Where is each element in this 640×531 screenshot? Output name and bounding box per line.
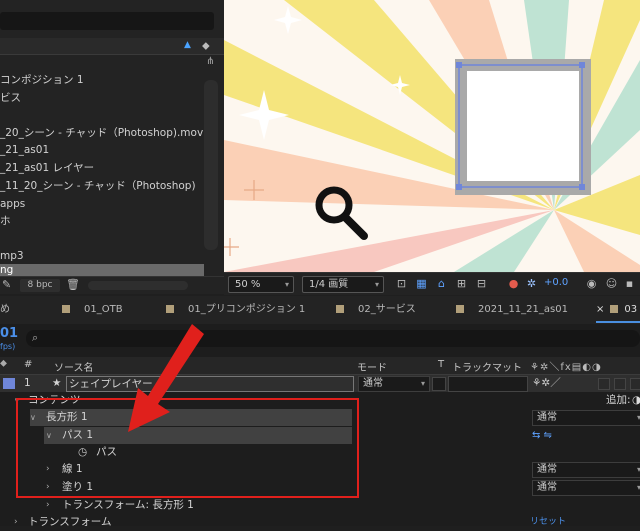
tab-active[interactable]: × 03 <box>596 296 637 324</box>
star-icon: ★ <box>52 377 62 389</box>
project-item[interactable]: ホ <box>0 213 204 230</box>
path-operations-icons[interactable]: ⇆ ⇋ <box>532 427 552 444</box>
close-icon[interactable]: × <box>596 304 604 315</box>
project-item[interactable]: _21_as01 レイヤー <box>0 160 204 177</box>
project-item[interactable]: _21_as01 <box>0 142 204 159</box>
project-scrollbar[interactable] <box>204 80 218 250</box>
project-item[interactable] <box>0 108 204 125</box>
col-t: T <box>438 359 445 370</box>
trash-icon[interactable]: 🗑 <box>66 278 80 291</box>
layer-name-field[interactable]: シェイプレイヤー <box>66 376 354 392</box>
chevron-right-icon[interactable]: › <box>46 497 50 514</box>
bit-depth-button[interactable]: 8 bpc <box>20 279 60 292</box>
trackmatte-select[interactable] <box>448 376 528 392</box>
mask-visibility-icon[interactable]: ⌂ <box>434 276 449 291</box>
label-tag-icon: ⬥ <box>0 358 7 369</box>
hierarchy-icon[interactable]: ⋔ <box>206 56 214 67</box>
tab-partial[interactable]: め <box>0 296 10 324</box>
tab-01-otb[interactable]: 01_OTB <box>62 296 123 324</box>
layer-label-color[interactable] <box>3 378 15 389</box>
switch-box[interactable] <box>598 378 610 390</box>
project-item[interactable]: ビス <box>0 90 204 107</box>
transform-rectangle-row[interactable]: › トランスフォーム: 長方形 1 <box>0 497 640 514</box>
transform-row[interactable]: › トランスフォーム リセット <box>0 514 640 531</box>
tab-service[interactable]: 02_サービス <box>336 296 416 324</box>
project-panel: ▲ ⬥ ⋔ コンポジション 1 ビス _20_シーン - チャッド（Photos… <box>0 0 224 294</box>
switch-box[interactable] <box>614 378 626 390</box>
zoom-select[interactable]: 50 % ▾ <box>228 276 294 293</box>
color-channel-icon[interactable]: ● <box>506 276 521 291</box>
rectangle-mode-select[interactable]: 通常 ▾ <box>532 410 640 426</box>
sort-up-icon[interactable]: ▲ <box>184 40 191 50</box>
shape-layer-rectangle <box>455 59 591 195</box>
frame-rate: fps) <box>0 342 16 351</box>
search-icon: ⌕ <box>32 331 39 344</box>
tab-color-swatch <box>336 305 344 313</box>
project-item[interactable]: apps <box>0 196 204 213</box>
project-item[interactable]: コンポジション 1 <box>0 72 204 89</box>
layer-row[interactable]: 1 ★ シェイプレイヤー 通常 ▾ ⚘✲／ <box>0 375 640 392</box>
tab-color-swatch <box>166 305 174 313</box>
tab-color-swatch <box>62 305 70 313</box>
panel-menu-icon[interactable]: ▪ <box>622 276 637 291</box>
col-trackmatte[interactable]: トラックマット <box>452 359 522 374</box>
fast-preview-icon[interactable]: ⊡ <box>394 276 409 291</box>
project-search-input[interactable] <box>0 12 214 30</box>
flowchart-icon[interactable]: ✎ <box>2 278 11 291</box>
switches-header-icons: ⚘✲＼fx▤◐◑ <box>530 362 602 373</box>
timeline-search-input[interactable]: ⌕ <box>26 330 640 347</box>
transform-rectangle-label: トランスフォーム: 長方形 1 <box>62 499 194 511</box>
region-of-interest-icon[interactable]: ⊞ <box>454 276 469 291</box>
active-tab-indicator <box>596 321 640 323</box>
composition-viewer[interactable] <box>224 0 640 272</box>
col-source-name[interactable]: ソース名 <box>54 359 94 374</box>
tab-2021-as01[interactable]: 2021_11_21_as01 <box>456 296 568 324</box>
reset-link[interactable]: リセット <box>530 514 566 531</box>
resolution-select[interactable]: 1/4 画質 ▾ <box>302 276 384 293</box>
composition-tab-strip: め 01_OTB 01_プリコンポジション 1 02_サービス 2021_11_… <box>0 296 640 325</box>
label-tag-icon[interactable]: ⬥ <box>202 39 210 53</box>
fill-mode-select[interactable]: 通常 ▾ <box>532 480 640 496</box>
project-item[interactable]: mp3 <box>0 248 204 265</box>
col-number: # <box>24 359 33 370</box>
chevron-right-icon[interactable]: › <box>14 514 18 531</box>
layer-mode-select[interactable]: 通常 ▾ <box>358 376 430 392</box>
current-time[interactable]: 01 <box>0 326 18 341</box>
tab-color-swatch <box>610 305 619 313</box>
show-snapshot-icon[interactable]: ☺ <box>604 276 619 291</box>
viewer-toolbar: 50 % ▾ 1/4 画質 ▾ ⊡ ▦ ⌂ ⊞ ⊟ ● ✲ +0.0 ◉ ☺ ▪ <box>224 272 640 295</box>
tab-color-swatch <box>456 305 464 313</box>
project-item[interactable] <box>0 231 204 248</box>
project-column-header: ▲ ⬥ <box>0 38 224 55</box>
layer-number: 1 <box>24 377 31 389</box>
project-item[interactable]: _11_20_シーン - チャッド（Photoshop) <box>0 178 204 195</box>
add-label: 追加: <box>606 394 631 406</box>
project-hscrollbar[interactable] <box>88 281 188 290</box>
project-footer: ✎ 8 bpc 🗑 <box>0 276 224 294</box>
stroke-mode-select[interactable]: 通常 ▾ <box>532 462 640 478</box>
layer-switch-icons[interactable]: ⚘✲／ <box>532 375 561 392</box>
red-arrow-annotation <box>128 324 204 432</box>
timeline-column-header: ⬥ # ソース名 モード T トラックマット ⚘✲＼fx▤◐◑ <box>0 357 640 375</box>
exposure-reset-icon[interactable]: ✲ <box>524 276 539 291</box>
col-mode[interactable]: モード <box>357 359 387 374</box>
transparency-grid-icon[interactable]: ▦ <box>414 276 429 291</box>
snapshot-camera-icon[interactable]: ◉ <box>584 276 599 291</box>
switch-box[interactable] <box>630 378 640 390</box>
preserve-transparency-checkbox[interactable] <box>432 377 446 391</box>
guides-icon[interactable]: ⊟ <box>474 276 489 291</box>
exposure-value[interactable]: +0.0 <box>544 277 568 288</box>
composition-artwork <box>224 0 640 272</box>
project-item[interactable]: _20_シーン - チャッド（Photoshop).mov <box>0 125 204 142</box>
transform-label: トランスフォーム <box>28 516 112 528</box>
add-menu-icon[interactable]: ◑ <box>632 392 640 409</box>
